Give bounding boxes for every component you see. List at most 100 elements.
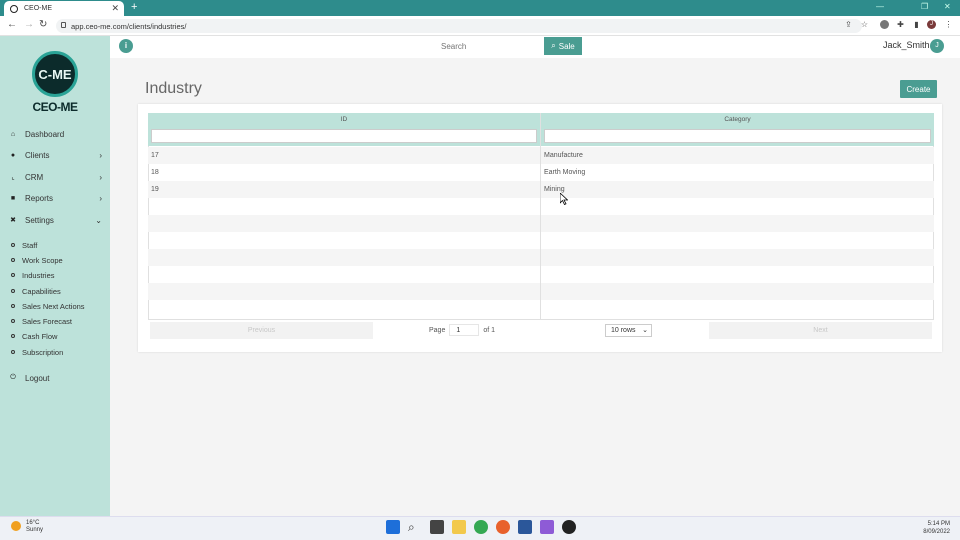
cell-category: Earth Moving [544, 169, 586, 176]
chevron-right-icon: › [99, 193, 102, 203]
task-view-icon[interactable] [430, 520, 444, 534]
bullet-icon [11, 258, 15, 262]
sidebar-item-settings[interactable]: ✖ Settings ⌄ [8, 213, 104, 227]
sidepanel-icon[interactable]: ▮ [912, 20, 921, 29]
avatar[interactable]: J [930, 39, 944, 53]
settings-item-label: Staff [22, 240, 38, 250]
settings-item-cash-flow[interactable]: Cash Flow [11, 330, 106, 342]
page-number-input[interactable] [449, 324, 480, 336]
page-indicator: Page of 1 [429, 324, 495, 336]
sale-button[interactable]: ⌕ Sale [544, 37, 582, 55]
cell-category: Mining [544, 186, 565, 193]
settings-item-sales-next-actions[interactable]: Sales Next Actions [11, 300, 106, 312]
logo: C-ME [32, 51, 78, 97]
search-icon: ⌕ [551, 41, 556, 50]
menu-kebab-icon[interactable]: ⋮ [944, 20, 953, 29]
settings-item-label: Sales Forecast [22, 316, 73, 326]
id-filter-input[interactable] [151, 129, 537, 143]
search-icon[interactable]: ⌕ [408, 520, 422, 534]
favicon-icon [10, 4, 18, 13]
extension-icon[interactable] [880, 20, 889, 29]
dot-icon: ● [10, 151, 16, 159]
minimize-icon[interactable]: — [876, 2, 884, 11]
forward-icon[interactable]: → [24, 19, 34, 30]
media-player-icon[interactable] [562, 520, 576, 534]
search-input[interactable] [435, 37, 545, 55]
sidebar-item-crm[interactable]: ⌞ CRM › [8, 170, 104, 184]
sidebar-item-label: Dashboard [25, 129, 65, 139]
table-row[interactable]: 19 Mining [148, 181, 934, 198]
clock-time: 5:14 PM [927, 521, 950, 527]
chevron-down-icon: ⌄ [95, 215, 102, 225]
bullet-icon [11, 273, 15, 277]
word-icon[interactable] [518, 520, 532, 534]
page-label: Page [429, 326, 446, 334]
maximize-icon[interactable]: ❐ [921, 2, 928, 11]
settings-item-capabilities[interactable]: Capabilities [11, 285, 106, 297]
bullet-icon [11, 243, 15, 247]
empty-row [148, 198, 934, 215]
file-explorer-icon[interactable] [452, 520, 466, 534]
sidebar-item-logout[interactable]: ⏻ Logout [8, 371, 104, 385]
settings-item-sales-forecast[interactable]: Sales Forecast [11, 315, 106, 327]
category-filter-input[interactable] [544, 129, 931, 143]
back-icon[interactable]: ← [7, 19, 17, 30]
cell-category: Manufacture [544, 152, 583, 159]
weather-widget[interactable]: 16°C Sunny [26, 520, 43, 534]
app-icon[interactable] [540, 520, 554, 534]
url-text: app.ceo-me.com/clients/industries/ [71, 21, 187, 31]
settings-item-label: Capabilities [22, 286, 61, 296]
bullet-icon [11, 289, 15, 293]
sidebar-item-label: Reports [25, 193, 54, 203]
info-icon[interactable]: i [119, 39, 133, 53]
tab-close-icon[interactable]: ✕ [111, 3, 119, 14]
weather-sun-icon[interactable] [11, 521, 21, 531]
create-button[interactable]: Create [900, 80, 937, 98]
puzzle-icon[interactable]: ✚ [896, 20, 905, 29]
clock-date: 8/09/2022 [923, 529, 950, 535]
settings-item-label: Cash Flow [22, 331, 58, 341]
window-close-icon[interactable]: ✕ [944, 2, 951, 11]
empty-row [148, 249, 934, 266]
sidebar-item-reports[interactable]: ■ Reports › [8, 191, 104, 205]
page-total: of 1 [483, 326, 496, 334]
share-icon[interactable]: ⇪ [844, 20, 853, 29]
cell-id: 17 [151, 152, 159, 159]
username[interactable]: Jack_Smith [883, 40, 930, 50]
settings-item-industries[interactable]: Industries [11, 269, 106, 281]
power-icon: ⏻ [10, 374, 16, 381]
sidebar-item-label: Logout [25, 373, 50, 383]
filter-cell-id [148, 126, 540, 146]
table-row[interactable]: 17 Manufacture [148, 147, 934, 164]
sidebar-item-dashboard[interactable]: ⌂ Dashboard [8, 127, 104, 141]
column-header-category[interactable]: Category [541, 113, 934, 126]
column-header-id[interactable]: ID [148, 113, 540, 126]
system-clock[interactable]: 5:14 PM 8/09/2022 [900, 520, 950, 536]
settings-item-staff[interactable]: Staff [11, 239, 106, 251]
weather-temp: 16°C [26, 520, 40, 526]
profile-icon[interactable]: J [927, 20, 936, 29]
settings-item-label: Subscription [22, 347, 64, 357]
empty-row [148, 266, 934, 283]
table-row[interactable]: 18 Earth Moving [148, 164, 934, 181]
browser-tab[interactable]: CEO-ME ✕ [4, 1, 124, 16]
chevron-right-icon: › [99, 150, 102, 160]
chrome-profile-icon[interactable] [496, 520, 510, 534]
sidebar-item-clients[interactable]: ● Clients › [8, 148, 104, 162]
mouse-cursor-icon [560, 193, 568, 205]
next-button[interactable]: Next [709, 322, 932, 339]
bookmark-star-icon[interactable]: ☆ [860, 20, 869, 29]
previous-button[interactable]: Previous [150, 322, 373, 339]
reload-icon[interactable]: ↻ [39, 19, 47, 30]
empty-row [148, 283, 934, 300]
settings-item-work-scope[interactable]: Work Scope [11, 254, 106, 266]
windows-start-icon[interactable] [386, 520, 400, 534]
sidebar-item-label: CRM [25, 172, 44, 182]
url-input[interactable]: app.ceo-me.com/clients/industries/ [56, 19, 862, 33]
settings-item-subscription[interactable]: Subscription [11, 346, 106, 358]
home-icon: ⌂ [10, 130, 16, 138]
new-tab-button[interactable]: + [131, 1, 137, 13]
rows-per-page-select[interactable]: 10 rows ⌄ [605, 324, 652, 337]
bullet-icon [11, 350, 15, 354]
chrome-icon[interactable] [474, 520, 488, 534]
